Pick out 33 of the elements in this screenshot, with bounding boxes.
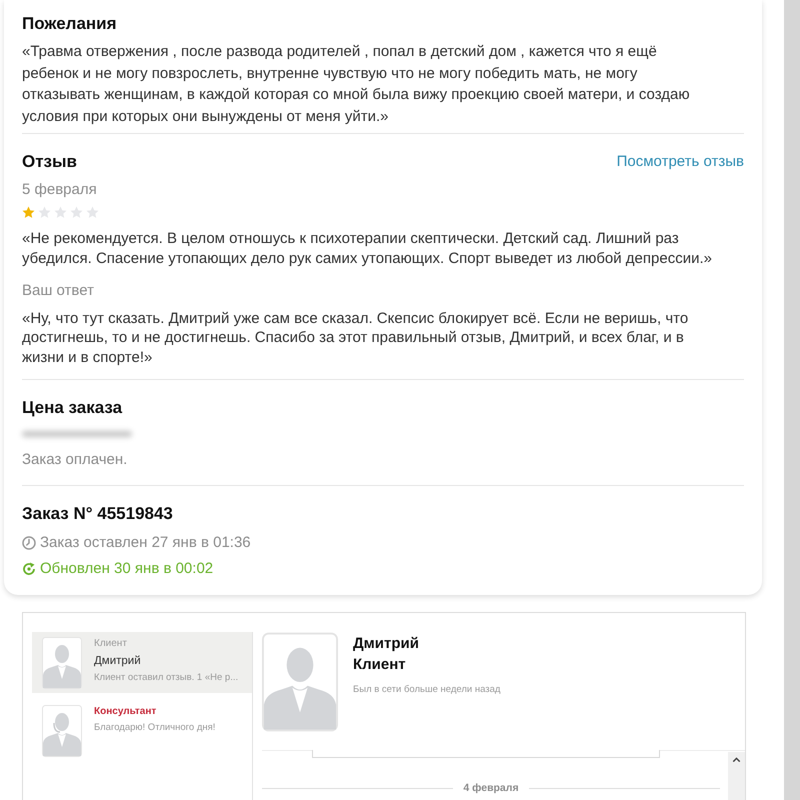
caret-up-icon [732, 757, 741, 763]
date-divider: 4 февраля [463, 781, 519, 795]
last-seen-status: Был в сети больше недели назад [353, 683, 500, 697]
message-preview: Клиент оставил отзыв. 1 «Не р... [94, 671, 238, 685]
role-label: Клиент [94, 637, 127, 651]
clock-icon [22, 536, 36, 550]
conversation-item[interactable]: Клиент Дмитрий Клиент оставил отзыв. 1 «Не р... [32, 632, 252, 693]
view-review-link[interactable]: Посмотреть отзыв [616, 152, 744, 172]
order-updated-time: Обновлен 30 янв в 00:02 [40, 559, 214, 579]
section-title: Отзыв [22, 151, 77, 173]
wishes-text: «Травма отвержения , после развода родителей , попал в детский дом , кажется что я ещё ребенок и не могу повзрослеть, внутренне чувствую что не могу победить мать, не могу отказывать женщинам, в каждой которая со мной была вижу проекцию своей матери, и создаю условия при которых они вынуждены от меня уйти.» [22, 42, 691, 126]
review-text: «Не рекомендуется. В целом отношусь к психотерапии скептически. Детский сад. Лишний раз убедился. Спасение утопающих дело рук самих утопающих. Спорт выведет из любой депрессии.» [22, 228, 713, 268]
answer-label: Ваш ответ [22, 280, 94, 300]
answer-text: «Ну, что тут сказать. Дмитрий уже сам все сказал. Скепсис блокирует всё. Если не веришь, что достигнешь, то и не достигнешь. Спасибо за этот правильный отзыв, Дмитрий, и всех благ, и в жизни и в спорте!» [22, 308, 690, 367]
star-icon [70, 206, 83, 218]
section-title: Пожелания [22, 13, 117, 35]
star-icon [38, 206, 51, 218]
avatar-placeholder [42, 705, 82, 757]
message-preview: Благодарю! Отличного дня! [94, 721, 216, 735]
role-label: Консультант [94, 705, 156, 719]
order-number: Заказ N° 45519843 [22, 503, 173, 525]
avatar-placeholder [42, 637, 82, 689]
profile-role: Клиент [353, 655, 406, 675]
star-icon [54, 206, 67, 218]
contact-name: Дмитрий [94, 654, 141, 669]
star-icon [86, 206, 99, 218]
order-created-time: Заказ оставлен 27 янв в 01:36 [40, 533, 251, 553]
payment-status: Заказ оплачен. [22, 450, 128, 470]
refresh-icon [22, 562, 36, 576]
review-date: 5 февраля [22, 180, 97, 200]
star-icon [22, 206, 35, 218]
section-title: Цена заказа [22, 397, 122, 419]
profile-name: Дмитрий [353, 634, 419, 654]
